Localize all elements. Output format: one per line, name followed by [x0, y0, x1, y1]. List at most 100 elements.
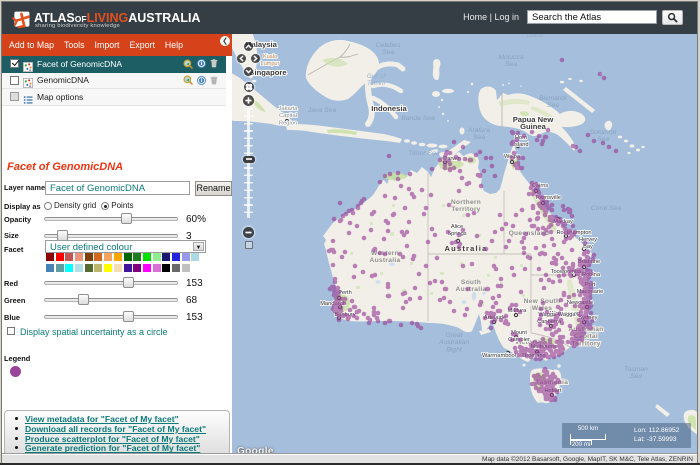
- colour-swatch[interactable]: [153, 264, 161, 272]
- zoom-slider-track[interactable]: [244, 108, 253, 218]
- colour-swatch[interactable]: [104, 253, 112, 261]
- colour-swatch[interactable]: [133, 253, 141, 261]
- delete-layer-icon[interactable]: [210, 59, 218, 68]
- facet-select[interactable]: User defined colour▼: [45, 240, 206, 253]
- layer-action-link[interactable]: Generate prediction for "Facet of My fac…: [25, 443, 200, 453]
- map-label: Australia: [445, 244, 488, 253]
- chevron-left-icon: [237, 54, 246, 63]
- size-slider[interactable]: [44, 234, 178, 238]
- colour-swatch[interactable]: [104, 264, 112, 272]
- colour-swatch[interactable]: [94, 253, 102, 261]
- menu-item-import[interactable]: Import: [95, 34, 120, 50]
- colour-swatch[interactable]: [85, 253, 93, 261]
- layer-action-link[interactable]: View metadata for "Facet of My facet": [25, 414, 179, 424]
- menu-item-export[interactable]: Export: [129, 34, 154, 50]
- layer-checkbox[interactable]: [10, 59, 19, 68]
- layer-action-link[interactable]: Produce scatterplot for "Facet of My fac…: [25, 434, 200, 444]
- colour-swatch[interactable]: [124, 264, 132, 272]
- map-label: Singapore: [249, 68, 286, 77]
- colour-swatch[interactable]: [114, 264, 122, 272]
- zoom-out-button[interactable]: [243, 227, 254, 238]
- red-slider[interactable]: [44, 281, 178, 285]
- colour-swatch[interactable]: [182, 264, 190, 272]
- layer-row-facet-of-genomicdna[interactable]: Facet of GenomicDNA: [2, 56, 226, 73]
- colour-swatch[interactable]: [162, 253, 170, 261]
- points-radio[interactable]: [101, 202, 109, 210]
- colour-swatch[interactable]: [114, 253, 122, 261]
- layer-row-genomicdna[interactable]: GenomicDNA: [2, 73, 226, 90]
- reset-view-button[interactable]: [244, 82, 254, 92]
- uncertainty-checkbox-label: Display spatial uncertainty as a circle: [20, 327, 168, 337]
- map-label: KualaLumpur: [261, 54, 280, 67]
- search-button[interactable]: [662, 10, 683, 25]
- green-slider-handle[interactable]: [78, 294, 89, 305]
- pan-left-button[interactable]: [237, 54, 246, 63]
- colour-swatch[interactable]: [46, 264, 54, 272]
- colour-swatch[interactable]: [75, 253, 83, 261]
- menu-item-tools[interactable]: Tools: [64, 34, 85, 50]
- chevron-down-icon: [244, 67, 253, 76]
- pan-up-button[interactable]: [244, 42, 253, 51]
- colour-swatch[interactable]: [133, 264, 141, 272]
- colour-swatch[interactable]: [75, 264, 83, 272]
- colour-swatch[interactable]: [124, 253, 132, 261]
- layer-action-link[interactable]: Download all records for "Facet of My fa…: [25, 424, 206, 434]
- blue-slider-handle[interactable]: [123, 311, 134, 322]
- rename-button[interactable]: Rename: [195, 181, 232, 196]
- sidebar-collapse-button[interactable]: ❮: [220, 36, 230, 46]
- home-login-links[interactable]: Home | Log in: [463, 12, 519, 22]
- colour-swatch[interactable]: [56, 264, 64, 272]
- pan-right-button[interactable]: [251, 54, 260, 63]
- colour-swatch[interactable]: [153, 253, 161, 261]
- red-slider-handle[interactable]: [123, 277, 134, 288]
- layer-name-input[interactable]: [45, 181, 190, 195]
- blue-slider[interactable]: [44, 315, 178, 319]
- opacity-slider[interactable]: [44, 217, 178, 221]
- colour-swatch[interactable]: [65, 264, 73, 272]
- zoom-slider-handle[interactable]: [243, 156, 255, 163]
- layer-info-icon[interactable]: [197, 76, 206, 85]
- uncertainty-checkbox[interactable]: [7, 327, 15, 335]
- bullet: [15, 417, 18, 420]
- colour-swatch[interactable]: [56, 253, 64, 261]
- layer-name-label: Facet of GenomicDNA: [37, 59, 183, 69]
- sidebar: Add to Map Tools Import Export Help ❮ Facet …: [2, 34, 232, 454]
- ala-tagline: sharing biodiversity knowledge: [35, 23, 120, 29]
- colour-swatch[interactable]: [65, 253, 73, 261]
- colour-swatch[interactable]: [46, 253, 54, 261]
- pan-down-button[interactable]: [244, 67, 253, 76]
- window-frame: ATLASOFLIVINGAUSTRALIA sharing biodivers…: [0, 0, 700, 465]
- colour-swatch[interactable]: [143, 253, 151, 261]
- colour-swatch[interactable]: [191, 253, 199, 261]
- menu-item-add-to-map[interactable]: Add to Map: [9, 34, 54, 50]
- density-grid-radio[interactable]: [44, 202, 52, 210]
- delete-layer-icon[interactable]: [210, 76, 218, 85]
- minus-icon: [244, 228, 253, 237]
- opacity-slider-handle[interactable]: [121, 213, 132, 224]
- layer-checkbox[interactable]: [10, 76, 19, 85]
- menu-item-help[interactable]: Help: [165, 34, 183, 50]
- colour-swatch[interactable]: [94, 264, 102, 272]
- layer-info-icon[interactable]: [197, 59, 206, 68]
- overview-map-toggle[interactable]: [245, 241, 253, 249]
- bullet: [15, 427, 18, 430]
- layer-action-link-item: Generate prediction for "Facet of My fac…: [15, 444, 229, 454]
- map[interactable]: CelebesSeaMoluccaSeaGulf ofTominiJava Se…: [232, 34, 697, 454]
- colour-swatch[interactable]: [143, 264, 151, 272]
- colour-swatch[interactable]: [182, 253, 190, 261]
- green-slider[interactable]: [44, 298, 178, 302]
- colour-swatch[interactable]: [172, 264, 180, 272]
- ala-logo[interactable]: ATLASOFLIVINGAUSTRALIA sharing biodivers…: [12, 9, 202, 33]
- zoom-in-button[interactable]: [243, 95, 254, 106]
- search-input[interactable]: [527, 10, 657, 24]
- colour-swatch[interactable]: [162, 264, 170, 272]
- zoom-to-layer-icon[interactable]: [183, 59, 193, 69]
- select-dropdown-arrow[interactable]: ▼: [193, 242, 204, 251]
- colour-swatch[interactable]: [172, 253, 180, 261]
- layer-name-label: GenomicDNA: [37, 75, 183, 85]
- zoom-to-layer-icon[interactable]: [183, 75, 193, 85]
- header: ATLASOFLIVINGAUSTRALIA sharing biodivers…: [2, 2, 697, 34]
- layer-checkbox[interactable]: [10, 92, 19, 101]
- colour-swatch[interactable]: [85, 264, 93, 272]
- layer-row-map-options[interactable]: Map options: [2, 89, 226, 106]
